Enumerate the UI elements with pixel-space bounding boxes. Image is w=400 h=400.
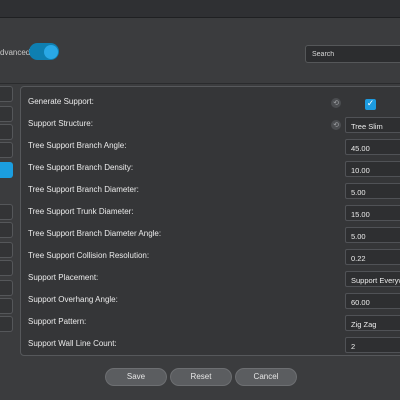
branch-diameter-input[interactable]: 5.00: [345, 183, 400, 199]
setting-row-support-structure: Support Structure: ⟲ Tree Slim: [21, 113, 400, 135]
setting-label: Support Placement:: [28, 273, 99, 282]
sidebar-item-8[interactable]: [0, 242, 13, 258]
reset-button[interactable]: Reset: [170, 368, 232, 386]
setting-row-branch-diameter-angle: Tree Support Branch Diameter Angle: 5.00: [21, 223, 400, 245]
setting-row-trunk-diameter: Tree Support Trunk Diameter: 15.00: [21, 201, 400, 223]
sidebar-item-9[interactable]: [0, 260, 13, 276]
support-placement-select[interactable]: Support Everywhere: [345, 271, 400, 287]
sidebar-item-1[interactable]: [0, 86, 13, 102]
trunk-diameter-input[interactable]: 15.00: [345, 205, 400, 221]
setting-label: Tree Support Collision Resolution:: [28, 251, 150, 260]
setting-row-wall-line-count: Support Wall Line Count: 2: [21, 333, 400, 355]
setting-label: Tree Support Trunk Diameter:: [28, 207, 134, 216]
generate-support-checkbox[interactable]: ✓: [365, 99, 376, 110]
cancel-button[interactable]: Cancel: [235, 368, 297, 386]
setting-row-branch-angle: Tree Support Branch Angle: 45.00: [21, 135, 400, 157]
sidebar-item-6[interactable]: [0, 204, 13, 220]
setting-label: Tree Support Branch Angle:: [28, 141, 127, 150]
support-structure-select[interactable]: Tree Slim: [345, 117, 400, 133]
setting-row-support-pattern: Support Pattern: Zig Zag: [21, 311, 400, 333]
advanced-label: dvanced: [0, 48, 31, 57]
sidebar-item-12[interactable]: [0, 316, 13, 332]
advanced-toggle[interactable]: [29, 43, 59, 60]
branch-diameter-angle-input[interactable]: 5.00: [345, 227, 400, 243]
sidebar-item-7[interactable]: [0, 222, 13, 238]
sidebar-item-4[interactable]: [0, 142, 13, 158]
support-pattern-select[interactable]: Zig Zag: [345, 315, 400, 331]
setting-label: Tree Support Branch Density:: [28, 163, 134, 172]
setting-label: Support Structure:: [28, 119, 93, 128]
setting-row-overhang-angle: Support Overhang Angle: 60.00: [21, 289, 400, 311]
setting-label: Support Overhang Angle:: [28, 295, 118, 304]
settings-panel: Generate Support: ⟲ ✓ Support Structure:…: [20, 86, 400, 356]
window-titlebar: [0, 0, 400, 18]
search-input[interactable]: [305, 45, 400, 63]
sidebar: [0, 86, 14, 356]
setting-label: Generate Support:: [28, 97, 94, 106]
sidebar-item-5-active[interactable]: [0, 162, 13, 178]
sidebar-item-2[interactable]: [0, 106, 13, 122]
branch-angle-input[interactable]: 45.00: [345, 139, 400, 155]
wall-line-count-input[interactable]: 2: [345, 337, 400, 353]
sidebar-item-10[interactable]: [0, 280, 13, 296]
setting-label: Support Pattern:: [28, 317, 87, 326]
setting-label: Support Wall Line Count:: [28, 339, 117, 348]
setting-row-collision-resolution: Tree Support Collision Resolution: 0.22: [21, 245, 400, 267]
setting-row-support-placement: Support Placement: Support Everywhere: [21, 267, 400, 289]
setting-label: Tree Support Branch Diameter:: [28, 185, 139, 194]
overhang-angle-input[interactable]: 60.00: [345, 293, 400, 309]
reset-to-default-icon[interactable]: ⟲: [331, 98, 341, 108]
setting-row-generate-support: Generate Support: ⟲ ✓: [21, 91, 400, 113]
sidebar-item-3[interactable]: [0, 124, 13, 140]
setting-row-branch-diameter: Tree Support Branch Diameter: 5.00: [21, 179, 400, 201]
save-button[interactable]: Save: [105, 368, 167, 386]
reset-to-default-icon[interactable]: ⟲: [331, 120, 341, 130]
toggle-knob: [44, 44, 58, 59]
setting-row-branch-density: Tree Support Branch Density: 10.00: [21, 157, 400, 179]
collision-resolution-input[interactable]: 0.22: [345, 249, 400, 265]
branch-density-input[interactable]: 10.00: [345, 161, 400, 177]
setting-label: Tree Support Branch Diameter Angle:: [28, 229, 162, 238]
sidebar-item-11[interactable]: [0, 298, 13, 314]
